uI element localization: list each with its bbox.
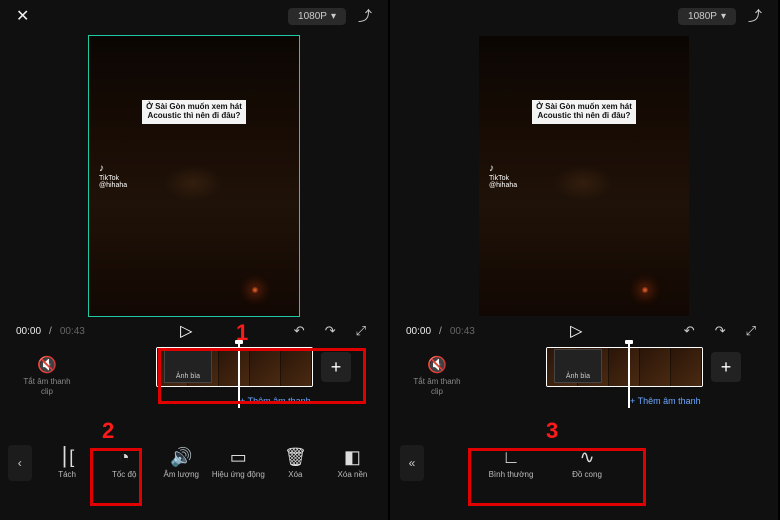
time-current: 00:00 <box>16 326 41 337</box>
tiktok-handle: @hihaha <box>99 182 127 189</box>
remove-bg-icon: ◧ <box>325 447 380 467</box>
timeline[interactable]: 🔇 Tắt âm thanh clip Ảnh bìa + + Thêm âm … <box>0 346 388 424</box>
tool-remove-bg[interactable]: ◧ Xóa nền <box>325 447 380 479</box>
speaker-mute-icon: 🔇 <box>410 356 464 375</box>
time-separator: / <box>439 326 442 337</box>
mute-original-audio[interactable]: 🔇 Tắt âm thanh clip <box>410 356 464 396</box>
time-duration: 00:43 <box>450 326 475 337</box>
mute-label: Tắt âm thanh clip <box>23 377 70 396</box>
tool-normal-speed[interactable]: ∟ Bình thường <box>474 447 548 479</box>
callout-number-1: 1 <box>236 320 248 346</box>
time-current: 00:00 <box>406 326 431 337</box>
play-icon[interactable]: ▷ <box>174 319 198 343</box>
tool-curve-speed[interactable]: ∿ Đồ cong <box>550 447 624 479</box>
video-preview[interactable]: Ở Sài Gòn muốn xem hát Acoustic thì nên … <box>479 36 689 316</box>
tiktok-brand: TikTok <box>489 175 509 182</box>
speed-icon: ◔ <box>97 447 152 467</box>
volume-icon: 🔊 <box>154 447 209 467</box>
transport-bar: 00:00 / 00:43 ▷ ↶ ↷ ⤢ <box>390 316 778 346</box>
tool-split[interactable]: ⎮[ Tách <box>40 447 95 479</box>
tiktok-handle: @hihaha <box>489 182 517 189</box>
cover-button[interactable]: Ảnh bìa <box>554 349 602 383</box>
tool-delete[interactable]: 🗑 Xóa <box>268 447 323 479</box>
tiktok-watermark: ♪ TikTok @hihaha <box>99 164 127 189</box>
tool-label: Xóa <box>288 470 302 479</box>
add-clip-button[interactable]: + <box>711 352 741 382</box>
undo-icon[interactable]: ↶ <box>288 321 311 341</box>
tool-animation[interactable]: ▭ Hiệu ứng động <box>211 447 266 479</box>
mute-original-audio[interactable]: 🔇 Tắt âm thanh clip <box>20 356 74 396</box>
callout-number-3: 3 <box>546 418 558 444</box>
undo-icon[interactable]: ↶ <box>678 321 701 341</box>
redo-icon[interactable]: ↷ <box>319 321 342 341</box>
tiktok-logo-icon: ♪ <box>489 164 517 174</box>
resolution-label: 1080P <box>688 11 717 22</box>
video-caption: Ở Sài Gòn muốn xem hát Acoustic thì nên … <box>142 100 246 124</box>
tool-label: Âm lượng <box>164 470 200 479</box>
time-duration: 00:43 <box>60 326 85 337</box>
cover-label: Ảnh bìa <box>566 373 590 380</box>
mute-label: Tắt âm thanh clip <box>413 377 460 396</box>
time-separator: / <box>49 326 52 337</box>
tool-volume[interactable]: 🔊 Âm lượng <box>154 447 209 479</box>
resolution-label: 1080P <box>298 11 327 22</box>
top-bar: ✕ 1080P ▾ ⤴ <box>0 0 388 32</box>
redo-icon[interactable]: ↷ <box>709 321 732 341</box>
tiktok-logo-icon: ♪ <box>99 164 127 174</box>
play-icon[interactable]: ▷ <box>564 319 588 343</box>
split-icon: ⎮[ <box>40 447 95 467</box>
back-button[interactable]: « <box>400 445 424 481</box>
curve-icon: ∿ <box>550 447 624 467</box>
add-audio-button[interactable]: + Thêm âm thanh <box>240 396 388 406</box>
add-clip-button[interactable]: + <box>321 352 351 382</box>
chevron-down-icon: ▾ <box>331 11 336 22</box>
export-icon[interactable]: ⤴ <box>748 6 762 26</box>
fullscreen-icon[interactable]: ⤢ <box>740 321 762 341</box>
cover-button[interactable]: Ảnh bìa <box>164 349 212 383</box>
editor-screen-left: ✕ 1080P ▾ ⤴ Ở Sài Gòn muốn xem hát Acous… <box>0 0 390 520</box>
tool-label: Tốc độ <box>112 470 136 479</box>
tool-label: Bình thường <box>489 470 534 479</box>
tiktok-brand: TikTok <box>99 175 119 182</box>
cover-label: Ảnh bìa <box>176 373 200 380</box>
top-bar: ✕ 1080P ▾ ⤴ <box>390 0 778 32</box>
video-preview[interactable]: Ở Sài Gòn muốn xem hát Acoustic thì nên … <box>89 36 299 316</box>
bottom-toolbar: ‹ ⎮[ Tách ◔ Tốc độ 🔊 Âm lượng ▭ Hiệu ứng… <box>0 434 388 492</box>
resolution-dropdown[interactable]: 1080P ▾ <box>288 8 346 25</box>
export-icon[interactable]: ⤴ <box>358 6 372 26</box>
close-icon[interactable]: ✕ <box>16 6 29 26</box>
trash-icon: 🗑 <box>268 447 323 467</box>
timeline[interactable]: 🔇 Tắt âm thanh clip Ảnh bìa + + Thêm âm … <box>390 346 778 424</box>
tool-label: Hiệu ứng động <box>212 470 265 479</box>
chevron-down-icon: ▾ <box>721 11 726 22</box>
playhead[interactable] <box>628 342 630 408</box>
bottom-toolbar-speed: « ∟ Bình thường ∿ Đồ cong <box>390 434 778 492</box>
back-button[interactable]: ‹ <box>8 445 32 481</box>
resolution-dropdown[interactable]: 1080P ▾ <box>678 8 736 25</box>
add-audio-button[interactable]: + Thêm âm thanh <box>630 396 778 406</box>
editor-screen-right: ✕ 1080P ▾ ⤴ Ở Sài Gòn muốn xem hát Acous… <box>390 0 780 520</box>
tool-label: Xóa nền <box>338 470 368 479</box>
playhead[interactable] <box>238 342 240 408</box>
fullscreen-icon[interactable]: ⤢ <box>350 321 372 341</box>
speaker-mute-icon: 🔇 <box>20 356 74 375</box>
tiktok-watermark: ♪ TikTok @hihaha <box>489 164 517 189</box>
line-icon: ∟ <box>474 447 548 467</box>
video-caption: Ở Sài Gòn muốn xem hát Acoustic thì nên … <box>532 100 636 124</box>
tool-label: Đồ cong <box>572 470 602 479</box>
transport-bar: 00:00 / 00:43 ▷ ↶ ↷ ⤢ <box>0 316 388 346</box>
animation-icon: ▭ <box>211 447 266 467</box>
tool-speed[interactable]: ◔ Tốc độ <box>97 447 152 479</box>
tool-label: Tách <box>58 470 76 479</box>
callout-number-2: 2 <box>102 418 114 444</box>
